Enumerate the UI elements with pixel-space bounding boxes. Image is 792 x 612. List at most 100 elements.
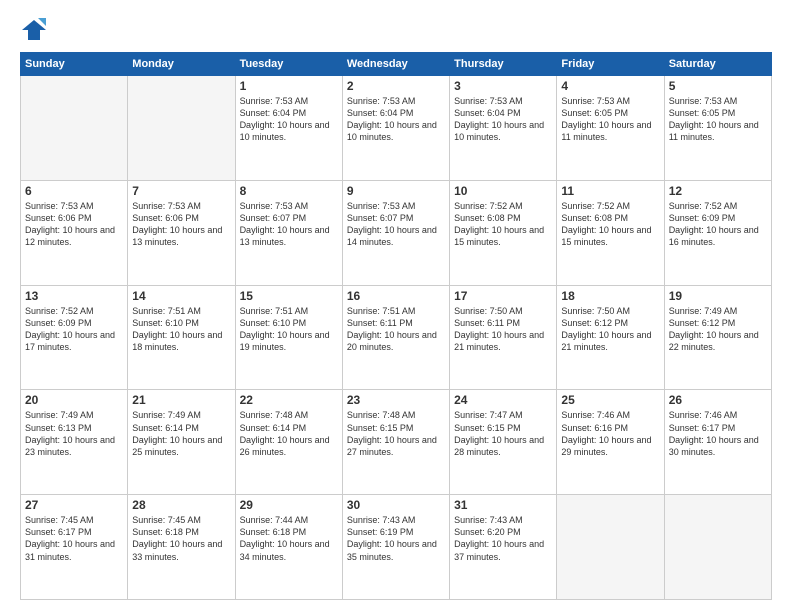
day-number: 21 [132, 393, 230, 407]
calendar-cell: 24 Sunrise: 7:47 AM Sunset: 6:15 PM Dayli… [450, 390, 557, 495]
calendar-week-2: 6 Sunrise: 7:53 AM Sunset: 6:06 PM Daylig… [21, 180, 772, 285]
cell-details: Sunrise: 7:48 AM Sunset: 6:15 PM Dayligh… [347, 409, 445, 458]
calendar-cell: 3Sunrise: 7:53 AM Sunset: 6:04 PM Daylig… [450, 76, 557, 181]
day-number: 10 [454, 184, 552, 198]
cell-details: Sunrise: 7:46 AM Sunset: 6:16 PM Dayligh… [561, 409, 659, 458]
calendar-cell: 17 Sunrise: 7:50 AM Sunset: 6:11 PM Dayli… [450, 285, 557, 390]
day-number: 18 [561, 289, 659, 303]
calendar-header-row: SundayMondayTuesdayWednesdayThursdayFrid… [21, 53, 772, 76]
calendar-cell: 10 Sunrise: 7:52 AM Sunset: 6:08 PM Dayli… [450, 180, 557, 285]
day-number: 29 [240, 498, 338, 512]
day-number: 5 [669, 79, 767, 93]
calendar-cell: 28Sunrise: 7:45 AM Sunset: 6:18 PM Dayli… [128, 495, 235, 600]
calendar-week-4: 20 Sunrise: 7:49 AM Sunset: 6:13 PM Dayli… [21, 390, 772, 495]
day-number: 24 [454, 393, 552, 407]
cell-details: Sunrise: 7:52 AM Sunset: 6:09 PM Dayligh… [25, 305, 123, 354]
calendar-cell: 1Sunrise: 7:53 AM Sunset: 6:04 PM Daylig… [235, 76, 342, 181]
cell-details: Sunrise: 7:50 AM Sunset: 6:12 PM Dayligh… [561, 305, 659, 354]
cell-details: Sunrise: 7:43 AM Sunset: 6:19 PM Dayligh… [347, 514, 445, 563]
calendar-cell: 16Sunrise: 7:51 AM Sunset: 6:11 PM Dayli… [342, 285, 449, 390]
cell-details: Sunrise: 7:53 AM Sunset: 6:04 PM Dayligh… [347, 95, 445, 144]
page-header [20, 16, 772, 44]
day-number: 19 [669, 289, 767, 303]
calendar-week-1: 1 Sunrise: 7:53 AM Sunset: 6:04 PM Daylig… [21, 76, 772, 181]
cell-details: Sunrise: 7:53 AM Sunset: 6:05 PM Dayligh… [669, 95, 767, 144]
cell-details: Sunrise: 7:52 AM Sunset: 6:08 PM Dayligh… [561, 200, 659, 249]
logo-icon [20, 16, 48, 44]
cell-details: Sunrise: 7:51 AM Sunset: 6:10 PM Dayligh… [240, 305, 338, 354]
calendar-cell: 30Sunrise: 7:43 AM Sunset: 6:19 PM Dayli… [342, 495, 449, 600]
calendar-cell: 22 Sunrise: 7:48 AM Sunset: 6:14 PM Dayli… [235, 390, 342, 495]
calendar-cell: 6 Sunrise: 7:53 AM Sunset: 6:06 PM Daylig… [21, 180, 128, 285]
calendar-week-5: 27 Sunrise: 7:45 AM Sunset: 6:17 PM Dayli… [21, 495, 772, 600]
day-number: 27 [25, 498, 123, 512]
calendar-table: SundayMondayTuesdayWednesdayThursdayFrid… [20, 52, 772, 600]
calendar-cell: 11Sunrise: 7:52 AM Sunset: 6:08 PM Dayli… [557, 180, 664, 285]
calendar-cell: 2 Sunrise: 7:53 AM Sunset: 6:04 PM Daylig… [342, 76, 449, 181]
calendar-cell: 8 Sunrise: 7:53 AM Sunset: 6:07 PM Daylig… [235, 180, 342, 285]
calendar-week-3: 13Sunrise: 7:52 AM Sunset: 6:09 PM Dayli… [21, 285, 772, 390]
calendar-cell: 15Sunrise: 7:51 AM Sunset: 6:10 PM Dayli… [235, 285, 342, 390]
day-number: 22 [240, 393, 338, 407]
calendar-cell [128, 76, 235, 181]
cell-details: Sunrise: 7:51 AM Sunset: 6:11 PM Dayligh… [347, 305, 445, 354]
cell-details: Sunrise: 7:52 AM Sunset: 6:09 PM Dayligh… [669, 200, 767, 249]
logo [20, 16, 52, 44]
day-number: 8 [240, 184, 338, 198]
day-number: 4 [561, 79, 659, 93]
day-number: 12 [669, 184, 767, 198]
day-number: 25 [561, 393, 659, 407]
day-number: 31 [454, 498, 552, 512]
day-number: 26 [669, 393, 767, 407]
calendar-cell: 26Sunrise: 7:46 AM Sunset: 6:17 PM Dayli… [664, 390, 771, 495]
calendar-cell: 18 Sunrise: 7:50 AM Sunset: 6:12 PM Dayli… [557, 285, 664, 390]
calendar-cell: 5 Sunrise: 7:53 AM Sunset: 6:05 PM Daylig… [664, 76, 771, 181]
cell-details: Sunrise: 7:48 AM Sunset: 6:14 PM Dayligh… [240, 409, 338, 458]
cell-details: Sunrise: 7:47 AM Sunset: 6:15 PM Dayligh… [454, 409, 552, 458]
cell-details: Sunrise: 7:51 AM Sunset: 6:10 PM Dayligh… [132, 305, 230, 354]
calendar-cell: 12 Sunrise: 7:52 AM Sunset: 6:09 PM Dayli… [664, 180, 771, 285]
column-header-tuesday: Tuesday [235, 53, 342, 76]
day-number: 1 [240, 79, 338, 93]
calendar-cell: 25 Sunrise: 7:46 AM Sunset: 6:16 PM Dayli… [557, 390, 664, 495]
calendar-cell [21, 76, 128, 181]
cell-details: Sunrise: 7:50 AM Sunset: 6:11 PM Dayligh… [454, 305, 552, 354]
cell-details: Sunrise: 7:53 AM Sunset: 6:06 PM Dayligh… [25, 200, 123, 249]
day-number: 2 [347, 79, 445, 93]
column-header-thursday: Thursday [450, 53, 557, 76]
column-header-saturday: Saturday [664, 53, 771, 76]
calendar-cell: 23Sunrise: 7:48 AM Sunset: 6:15 PM Dayli… [342, 390, 449, 495]
cell-details: Sunrise: 7:45 AM Sunset: 6:17 PM Dayligh… [25, 514, 123, 563]
day-number: 6 [25, 184, 123, 198]
cell-details: Sunrise: 7:43 AM Sunset: 6:20 PM Dayligh… [454, 514, 552, 563]
cell-details: Sunrise: 7:53 AM Sunset: 6:06 PM Dayligh… [132, 200, 230, 249]
cell-details: Sunrise: 7:49 AM Sunset: 6:13 PM Dayligh… [25, 409, 123, 458]
cell-details: Sunrise: 7:53 AM Sunset: 6:07 PM Dayligh… [240, 200, 338, 249]
calendar-cell: 4Sunrise: 7:53 AM Sunset: 6:05 PM Daylig… [557, 76, 664, 181]
cell-details: Sunrise: 7:45 AM Sunset: 6:18 PM Dayligh… [132, 514, 230, 563]
day-number: 9 [347, 184, 445, 198]
day-number: 3 [454, 79, 552, 93]
day-number: 7 [132, 184, 230, 198]
cell-details: Sunrise: 7:53 AM Sunset: 6:07 PM Dayligh… [347, 200, 445, 249]
day-number: 17 [454, 289, 552, 303]
calendar-cell: 29 Sunrise: 7:44 AM Sunset: 6:18 PM Dayli… [235, 495, 342, 600]
calendar-cell: 13Sunrise: 7:52 AM Sunset: 6:09 PM Dayli… [21, 285, 128, 390]
cell-details: Sunrise: 7:52 AM Sunset: 6:08 PM Dayligh… [454, 200, 552, 249]
calendar-cell: 27 Sunrise: 7:45 AM Sunset: 6:17 PM Dayli… [21, 495, 128, 600]
column-header-monday: Monday [128, 53, 235, 76]
calendar-cell [664, 495, 771, 600]
column-header-wednesday: Wednesday [342, 53, 449, 76]
calendar-cell: 7 Sunrise: 7:53 AM Sunset: 6:06 PM Daylig… [128, 180, 235, 285]
cell-details: Sunrise: 7:49 AM Sunset: 6:14 PM Dayligh… [132, 409, 230, 458]
calendar-cell: 14 Sunrise: 7:51 AM Sunset: 6:10 PM Dayli… [128, 285, 235, 390]
calendar-cell: 21 Sunrise: 7:49 AM Sunset: 6:14 PM Dayli… [128, 390, 235, 495]
calendar-cell: 19 Sunrise: 7:49 AM Sunset: 6:12 PM Dayli… [664, 285, 771, 390]
day-number: 20 [25, 393, 123, 407]
cell-details: Sunrise: 7:44 AM Sunset: 6:18 PM Dayligh… [240, 514, 338, 563]
column-header-friday: Friday [557, 53, 664, 76]
cell-details: Sunrise: 7:49 AM Sunset: 6:12 PM Dayligh… [669, 305, 767, 354]
day-number: 14 [132, 289, 230, 303]
calendar-cell: 9 Sunrise: 7:53 AM Sunset: 6:07 PM Daylig… [342, 180, 449, 285]
calendar-cell: 31 Sunrise: 7:43 AM Sunset: 6:20 PM Dayli… [450, 495, 557, 600]
